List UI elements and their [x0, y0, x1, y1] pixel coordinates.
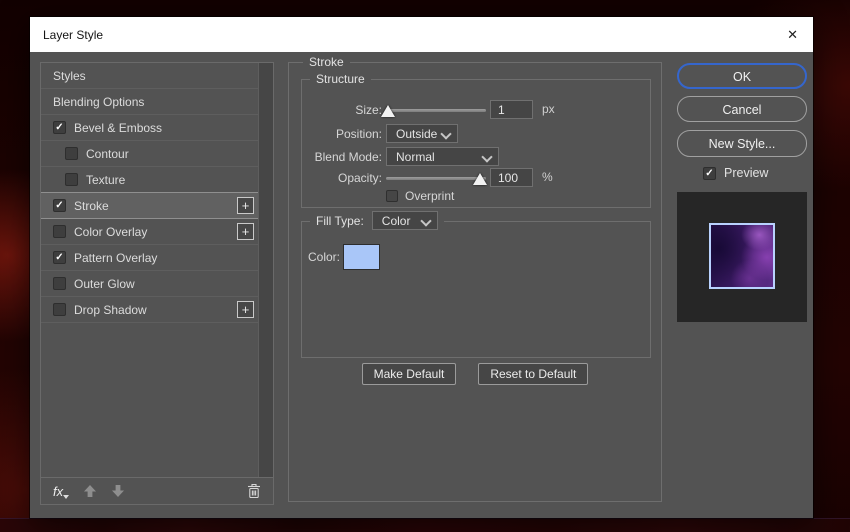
- sidebar-item-stroke[interactable]: ✓ Stroke +: [41, 192, 258, 219]
- panel-title: Stroke: [303, 55, 350, 69]
- sidebar-item-styles[interactable]: Styles: [41, 63, 258, 89]
- effects-list-panel: Styles Blending Options ✓ Bevel & Emboss…: [40, 62, 274, 505]
- opacity-unit: %: [542, 168, 553, 187]
- effect-checkbox[interactable]: [53, 303, 66, 316]
- overprint-checkbox[interactable]: [386, 190, 398, 202]
- size-slider-track[interactable]: [386, 109, 486, 112]
- arrow-up-icon: [84, 485, 96, 497]
- blend-mode-label: Blend Mode:: [302, 147, 382, 167]
- cancel-button[interactable]: Cancel: [677, 96, 807, 122]
- structure-legend: Structure: [310, 72, 371, 86]
- plus-icon: +: [242, 198, 250, 213]
- structure-group: Structure Size: px Position: Outside: [301, 79, 651, 208]
- default-buttons-row: Make Default Reset to Default: [289, 363, 661, 385]
- fx-icon: fx: [53, 484, 63, 499]
- preview-thumbnail: [709, 223, 775, 289]
- move-effect-up-button[interactable]: [83, 484, 97, 498]
- ok-button[interactable]: OK: [677, 63, 807, 89]
- arrow-down-icon: [112, 485, 124, 497]
- position-row: Position: Outside: [302, 124, 650, 144]
- add-effect-instance-button[interactable]: +: [237, 223, 254, 240]
- effect-checkbox[interactable]: [53, 225, 66, 238]
- effect-checkbox[interactable]: [65, 173, 78, 186]
- add-effect-instance-button[interactable]: +: [237, 197, 254, 214]
- preview-label: Preview: [724, 166, 768, 180]
- plus-icon: +: [242, 302, 250, 317]
- sidebar-item-drop-shadow[interactable]: Drop Shadow +: [41, 297, 258, 323]
- sidebar-item-color-overlay[interactable]: Color Overlay +: [41, 219, 258, 245]
- chevron-down-icon: [440, 128, 451, 139]
- color-label: Color:: [302, 244, 340, 270]
- fx-menu-button[interactable]: fx: [53, 484, 69, 499]
- opacity-slider-thumb[interactable]: [473, 173, 487, 185]
- sidebar-item-texture[interactable]: Texture: [41, 167, 258, 193]
- photoshop-canvas-background: Layer Style ✕ Styles Blending Options ✓ …: [0, 0, 850, 532]
- move-effect-down-button[interactable]: [111, 484, 125, 498]
- close-button[interactable]: ✕: [787, 28, 798, 41]
- blend-mode-dropdown[interactable]: Normal: [386, 147, 499, 166]
- sidebar-item-bevel-emboss[interactable]: ✓ Bevel & Emboss: [41, 115, 258, 141]
- opacity-row: Opacity: %: [302, 168, 650, 188]
- make-default-button[interactable]: Make Default: [362, 363, 457, 385]
- preview-toggle-row: ✓ Preview: [703, 166, 768, 180]
- canvas-bottom-strip: [0, 518, 850, 532]
- new-style-button[interactable]: New Style...: [677, 130, 807, 157]
- blend-mode-row: Blend Mode: Normal: [302, 147, 650, 167]
- opacity-label: Opacity:: [302, 168, 382, 188]
- style-preview-panel: [677, 192, 807, 322]
- sidebar-item-outer-glow[interactable]: Outer Glow: [41, 271, 258, 297]
- plus-icon: +: [242, 224, 250, 239]
- position-label: Position:: [302, 124, 382, 144]
- size-unit: px: [542, 100, 555, 119]
- position-dropdown[interactable]: Outside: [386, 124, 458, 143]
- effect-checkbox[interactable]: ✓: [53, 121, 66, 134]
- size-slider-thumb[interactable]: [381, 105, 395, 117]
- chevron-down-icon: [481, 151, 492, 162]
- add-effect-instance-button[interactable]: +: [237, 301, 254, 318]
- dialog-titlebar: Layer Style ✕: [30, 17, 813, 52]
- effect-checkbox[interactable]: [53, 277, 66, 290]
- fill-type-group: Fill Type: Color Color:: [301, 221, 651, 358]
- size-label: Size:: [302, 100, 382, 120]
- stroke-color-swatch[interactable]: [343, 244, 380, 270]
- delete-effect-button[interactable]: [247, 483, 261, 499]
- opacity-slider-track[interactable]: [386, 177, 486, 180]
- fill-type-label: Fill Type:: [316, 214, 364, 228]
- effects-list: Styles Blending Options ✓ Bevel & Emboss…: [41, 63, 258, 323]
- chevron-down-icon: [420, 215, 431, 226]
- sidebar-item-blending-options[interactable]: Blending Options: [41, 89, 258, 115]
- effect-checkbox[interactable]: [65, 147, 78, 160]
- fill-type-dropdown[interactable]: Color: [372, 211, 438, 230]
- size-input[interactable]: [490, 100, 533, 119]
- sidebar-scrollbar[interactable]: [258, 63, 273, 478]
- effect-checkbox[interactable]: ✓: [53, 199, 66, 212]
- dialog-body: Styles Blending Options ✓ Bevel & Emboss…: [30, 52, 813, 518]
- effect-checkbox[interactable]: ✓: [53, 251, 66, 264]
- reset-to-default-button[interactable]: Reset to Default: [478, 363, 588, 385]
- effects-list-footer: fx: [41, 477, 273, 504]
- layer-style-dialog: Layer Style ✕ Styles Blending Options ✓ …: [30, 17, 813, 518]
- size-row: Size: px: [302, 100, 650, 120]
- stroke-settings-panel: Stroke Structure Size: px Position: Outs…: [288, 62, 662, 502]
- opacity-input[interactable]: [490, 168, 533, 187]
- close-icon: ✕: [787, 27, 798, 42]
- sidebar-item-contour[interactable]: Contour: [41, 141, 258, 167]
- preview-checkbox[interactable]: ✓: [703, 167, 716, 180]
- dialog-title: Layer Style: [43, 28, 103, 42]
- overprint-label: Overprint: [405, 189, 454, 203]
- trash-icon: [248, 485, 260, 498]
- sidebar-item-pattern-overlay[interactable]: ✓ Pattern Overlay: [41, 245, 258, 271]
